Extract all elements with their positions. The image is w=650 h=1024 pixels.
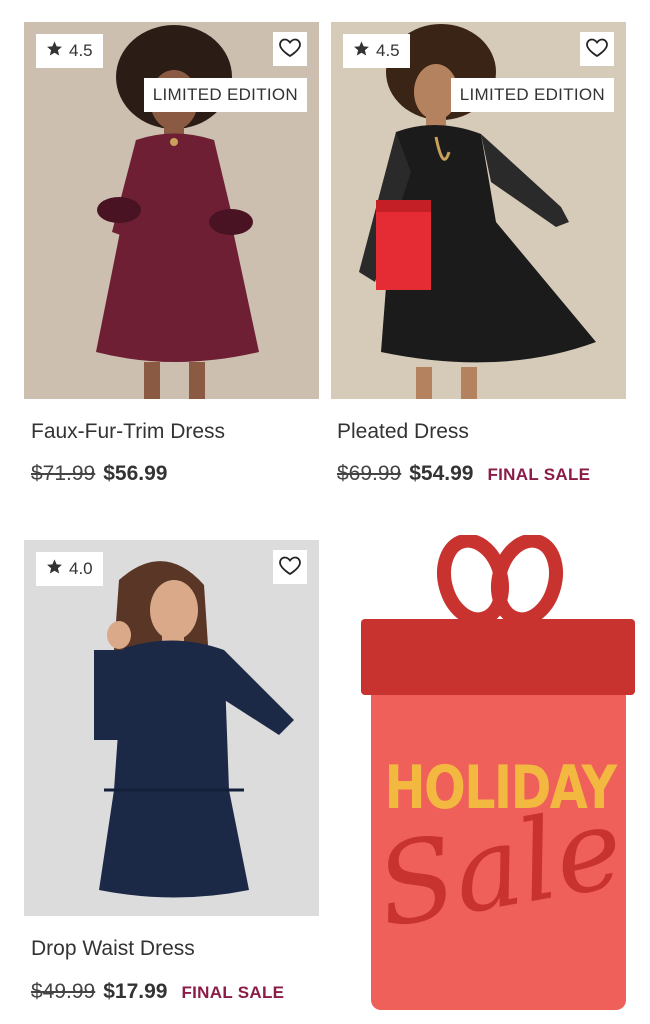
price-line: $69.99 $54.99 FINAL SALE xyxy=(337,462,590,486)
limited-edition-badge: LIMITED EDITION xyxy=(450,78,614,112)
heart-outline-icon xyxy=(278,35,302,64)
final-sale-label: FINAL SALE xyxy=(487,465,591,484)
original-price: $49.99 xyxy=(31,980,96,1003)
product-name[interactable]: Faux-Fur-Trim Dress xyxy=(31,420,225,444)
star-icon xyxy=(46,558,63,580)
wishlist-button[interactable] xyxy=(580,32,614,66)
star-icon xyxy=(46,40,63,62)
model-navy-dress-illustration xyxy=(24,540,319,916)
rating-chip: 4.5 xyxy=(343,34,410,68)
price-line: $49.99 $17.99 FINAL SALE xyxy=(31,980,284,1004)
limited-edition-badge: LIMITED EDITION xyxy=(143,78,307,112)
rating-value: 4.5 xyxy=(376,41,400,60)
sale-price: $56.99 xyxy=(103,462,168,485)
heart-outline-icon xyxy=(585,35,609,64)
heart-outline-icon xyxy=(278,553,302,582)
rating-value: 4.5 xyxy=(69,41,93,60)
rating-chip: 4.0 xyxy=(36,552,103,586)
sale-price: $54.99 xyxy=(409,462,474,485)
product-name[interactable]: Pleated Dress xyxy=(337,420,469,444)
original-price: $71.99 xyxy=(31,462,96,485)
rating-chip: 4.5 xyxy=(36,34,103,68)
wishlist-button[interactable] xyxy=(273,32,307,66)
product-card-pleated-dress[interactable]: 4.5 LIMITED EDITION Pleated Dress $69.99… xyxy=(331,22,626,492)
product-image[interactable]: 4.5 LIMITED EDITION xyxy=(24,22,319,399)
final-sale-label: FINAL SALE xyxy=(181,983,285,1002)
product-card-drop-waist-dress[interactable]: 4.0 Drop Waist Dress $49.99 $17.99 FINAL… xyxy=(24,540,319,1010)
star-icon xyxy=(353,40,370,62)
price-line: $71.99 $56.99 xyxy=(31,462,167,486)
product-image[interactable]: 4.5 LIMITED EDITION xyxy=(331,22,626,399)
wishlist-button[interactable] xyxy=(273,550,307,584)
holiday-sale-promo[interactable]: HOLIDAY Sale xyxy=(355,533,645,1015)
product-image[interactable]: 4.0 xyxy=(24,540,319,916)
original-price: $69.99 xyxy=(337,462,402,485)
sale-price: $17.99 xyxy=(103,980,168,1003)
product-card-faux-fur-trim-dress[interactable]: 4.5 LIMITED EDITION Faux-Fur-Trim Dress … xyxy=(24,22,319,492)
product-name[interactable]: Drop Waist Dress xyxy=(31,937,195,961)
rating-value: 4.0 xyxy=(69,559,93,578)
